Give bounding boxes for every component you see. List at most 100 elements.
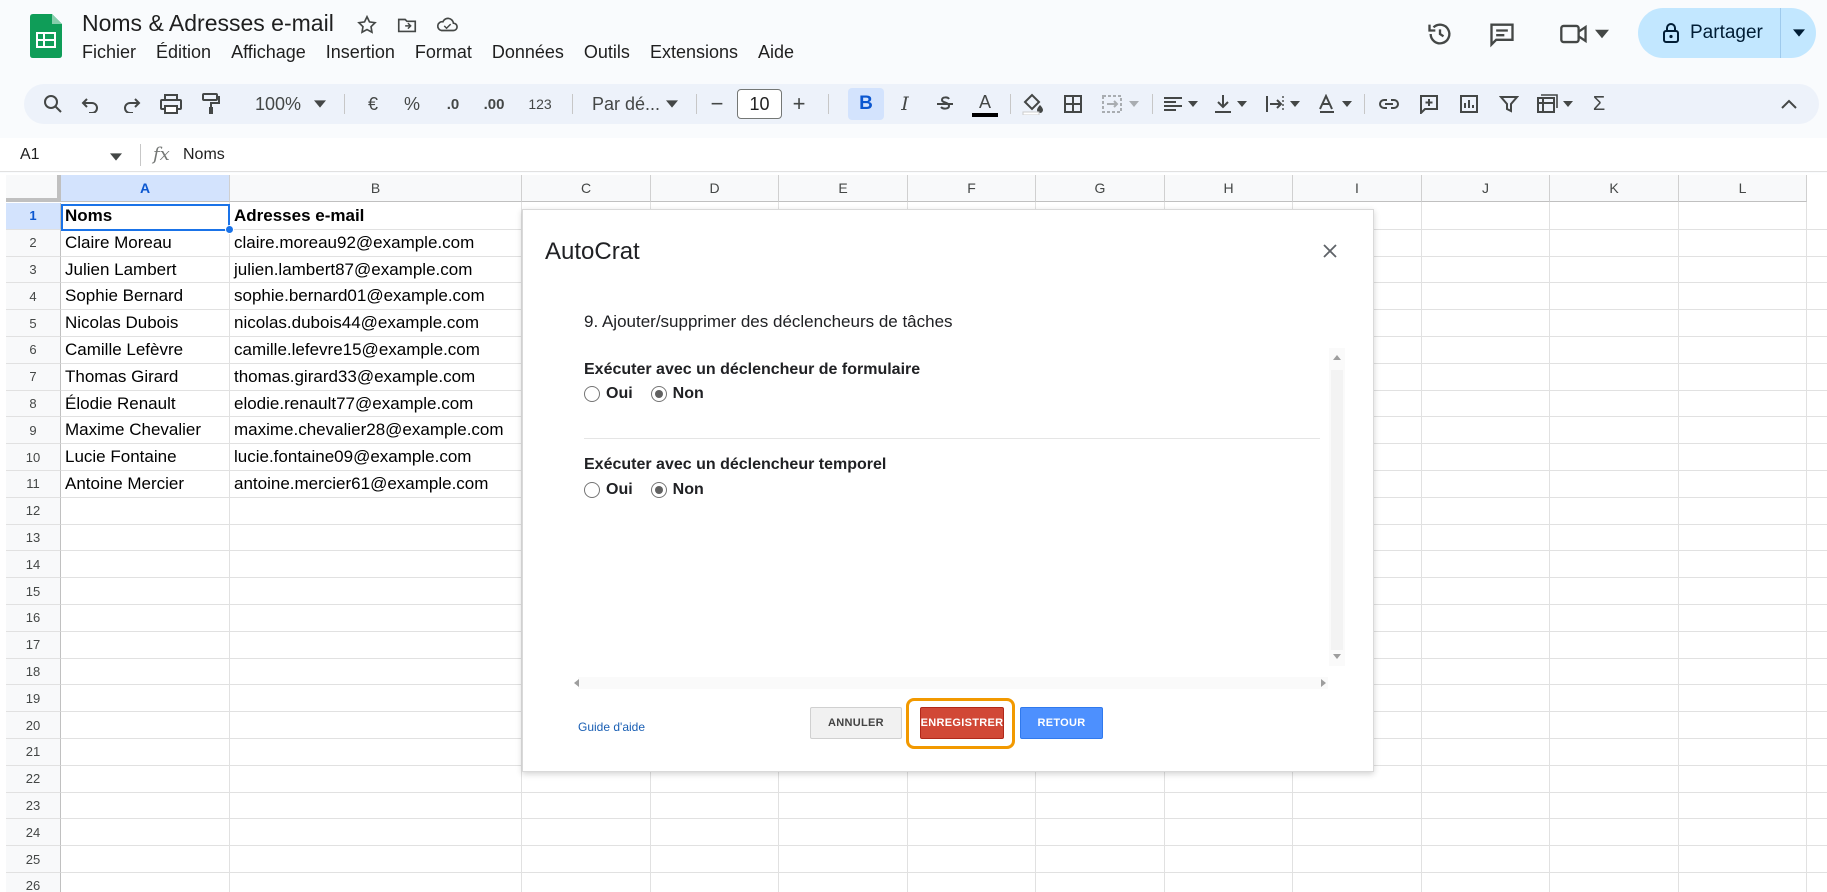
row-header-10[interactable]: 10 [6,444,61,471]
cell-b2[interactable]: claire.moreau92@example.com [230,230,522,256]
font-size-input[interactable]: 10 [737,89,782,119]
font-dropdown-icon[interactable] [664,84,680,124]
cell-a3[interactable]: Julien Lambert [61,257,230,283]
row-header-3[interactable]: 3 [6,256,61,284]
time-trigger-oui-radio[interactable] [584,482,600,498]
horizontal-align-icon[interactable] [1158,84,1202,124]
filter-icon[interactable] [1494,84,1524,124]
form-trigger-non-radio[interactable] [650,386,667,402]
number-format-button[interactable]: 123 [520,84,560,124]
text-wrapping-icon[interactable] [1260,84,1304,124]
row-header-22[interactable]: 22 [6,765,61,793]
functions-button[interactable]: Σ [1586,84,1612,124]
decrease-decimals-button[interactable]: .0 [438,84,468,124]
menu-format[interactable]: Format [405,40,482,65]
cell-a7[interactable]: Thomas Girard [61,364,230,390]
column-header-g[interactable]: G [1036,175,1165,202]
time-trigger-non-radio[interactable] [650,482,667,498]
time-trigger-non-label[interactable]: Non [673,481,704,499]
row-header-2[interactable]: 2 [6,229,61,257]
menu-extensions[interactable]: Extensions [640,40,748,65]
row-header-23[interactable]: 23 [6,792,61,820]
percent-format-button[interactable]: % [399,84,425,124]
column-header-d[interactable]: D [651,175,779,202]
currency-format-button[interactable]: € [360,84,386,124]
bold-button[interactable]: B [848,84,884,124]
cell-b5[interactable]: nicolas.dubois44@example.com [230,310,522,336]
row-header-14[interactable]: 14 [6,551,61,579]
row-header-7[interactable]: 7 [6,363,61,391]
row-header-25[interactable]: 25 [6,846,61,873]
vertical-scroll-thumb[interactable] [1331,370,1343,650]
version-history-icon[interactable] [1420,14,1460,54]
column-header-c[interactable]: C [522,175,651,202]
menu-affichage[interactable]: Affichage [221,40,316,65]
zoom-dropdown-icon[interactable] [312,84,328,124]
share-button[interactable]: Partager [1638,8,1816,58]
fill-color-icon[interactable] [1018,84,1048,124]
row-header-12[interactable]: 12 [6,497,61,525]
form-trigger-oui-label[interactable]: Oui [606,385,633,403]
scroll-left-icon[interactable] [572,677,582,689]
row-header-4[interactable]: 4 [6,283,61,311]
cell-a6[interactable]: Camille Lefèvre [61,337,230,363]
menu-donnees[interactable]: Données [482,40,574,65]
decrease-font-size-button[interactable]: − [704,84,730,124]
menu-outils[interactable]: Outils [574,40,640,65]
cell-a8[interactable]: Élodie Renault [61,391,230,417]
row-header-26[interactable]: 26 [6,873,61,892]
cell-a10[interactable]: Lucie Fontaine [61,444,230,470]
vertical-scrollbar[interactable] [1329,348,1345,666]
cell-b1[interactable]: Adresses e-mail [230,203,522,229]
scroll-right-icon[interactable] [1318,677,1328,689]
filter-views-icon[interactable] [1532,84,1576,124]
close-icon[interactable] [1315,236,1345,266]
share-dropdown-icon[interactable] [1781,8,1816,58]
cloud-saved-icon[interactable] [434,12,460,38]
strikethrough-icon[interactable] [930,84,960,124]
star-icon[interactable] [354,12,380,38]
time-trigger-oui-label[interactable]: Oui [606,481,633,499]
cell-a5[interactable]: Nicolas Dubois [61,310,230,336]
row-header-11[interactable]: 11 [6,471,61,498]
merge-cells-icon[interactable] [1096,84,1144,124]
column-header-e[interactable]: E [779,175,908,202]
name-box-dropdown-icon[interactable] [110,148,122,166]
print-icon[interactable] [158,84,184,124]
row-header-6[interactable]: 6 [6,337,61,364]
formula-input[interactable]: Noms [183,146,225,164]
row-header-8[interactable]: 8 [6,390,61,418]
row-header-24[interactable]: 24 [6,819,61,847]
fill-handle[interactable] [225,225,234,234]
meet-video-icon[interactable] [1554,14,1614,54]
column-header-a[interactable]: A [61,175,230,202]
scroll-down-icon[interactable] [1329,652,1345,662]
insert-link-icon[interactable] [1374,84,1404,124]
row-header-13[interactable]: 13 [6,524,61,552]
collapse-toolbar-icon[interactable] [1774,84,1804,124]
row-header-17[interactable]: 17 [6,631,61,659]
row-header-21[interactable]: 21 [6,739,61,766]
share-main[interactable]: Partager [1638,8,1780,58]
insert-comment-icon[interactable] [1414,84,1444,124]
cell-b10[interactable]: lucie.fontaine09@example.com [230,444,522,470]
horizontal-scrollbar[interactable] [574,677,1328,689]
increase-decimals-button[interactable]: .00 [476,84,512,124]
insert-chart-icon[interactable] [1454,84,1484,124]
document-title[interactable]: Noms & Adresses e-mail [82,10,334,37]
column-header-i[interactable]: I [1293,175,1422,202]
cell-a9[interactable]: Maxime Chevalier [61,417,230,443]
column-header-h[interactable]: H [1165,175,1293,202]
cell-b7[interactable]: thomas.girard33@example.com [230,364,522,390]
row-header-9[interactable]: 9 [6,417,61,445]
back-button[interactable]: RETOUR [1020,707,1103,739]
menu-insertion[interactable]: Insertion [316,40,405,65]
borders-icon[interactable] [1058,84,1088,124]
row-header-20[interactable]: 20 [6,712,61,739]
cell-b4[interactable]: sophie.bernard01@example.com [230,283,522,309]
select-all-corner[interactable] [6,175,61,202]
row-header-16[interactable]: 16 [6,605,61,632]
save-button[interactable]: ENREGISTRER [920,707,1004,739]
undo-icon[interactable] [78,84,104,124]
zoom-value[interactable]: 100% [250,84,306,124]
